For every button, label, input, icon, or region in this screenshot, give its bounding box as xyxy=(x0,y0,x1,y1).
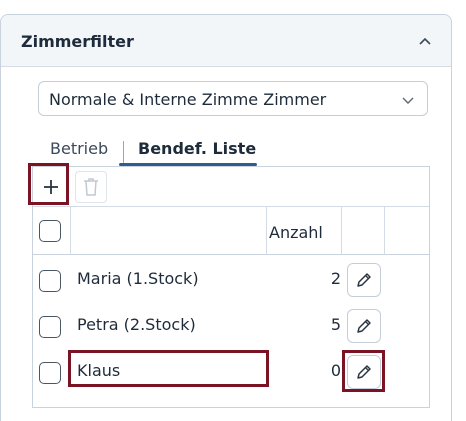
select-all-checkbox[interactable] xyxy=(39,220,61,242)
panel-header[interactable]: Zimmerfilter xyxy=(1,15,451,67)
row-count: 5 xyxy=(330,315,341,334)
column-divider xyxy=(266,207,267,255)
room-list-grid: Anzahl Maria (1.Stock) 2 Petra (2.Stock) xyxy=(32,166,430,408)
column-divider xyxy=(384,207,385,255)
table-header: Anzahl xyxy=(33,207,429,255)
add-button[interactable] xyxy=(35,171,67,203)
pencil-icon xyxy=(357,365,371,379)
pencil-icon xyxy=(357,273,371,287)
tab-divider xyxy=(123,141,124,163)
column-divider xyxy=(341,207,342,255)
room-filter-select[interactable]: Normale & Interne Zimme Zimmer xyxy=(38,81,428,116)
row-checkbox[interactable] xyxy=(39,316,61,338)
delete-button[interactable] xyxy=(75,171,107,203)
edit-button[interactable] xyxy=(347,309,381,343)
trash-icon xyxy=(84,178,98,196)
room-filter-value: Normale & Interne Zimme Zimmer xyxy=(49,90,327,109)
table-row: Maria (1.Stock) 2 xyxy=(33,258,429,304)
row-name: Klaus xyxy=(77,361,121,380)
column-divider xyxy=(70,207,71,255)
row-name: Petra (2.Stock) xyxy=(77,315,196,334)
panel-body: Normale & Interne Zimme Zimmer Betrieb B… xyxy=(1,67,451,421)
grid-toolbar xyxy=(33,167,429,207)
table-row: Klaus 0 xyxy=(33,350,429,396)
row-checkbox[interactable] xyxy=(39,270,61,292)
row-count: 0 xyxy=(330,361,341,380)
chevron-up-icon[interactable] xyxy=(415,31,435,51)
row-checkbox[interactable] xyxy=(39,362,61,384)
edit-button[interactable] xyxy=(347,263,381,297)
table-row: Petra (2.Stock) 5 xyxy=(33,304,429,350)
row-count: 2 xyxy=(330,269,341,288)
row-name: Maria (1.Stock) xyxy=(77,269,199,288)
edit-button[interactable] xyxy=(347,355,381,389)
zimmerfilter-panel: Zimmerfilter Normale & Interne Zimme Zim… xyxy=(0,14,452,421)
plus-icon xyxy=(44,180,58,194)
tab-betrieb[interactable]: Betrieb xyxy=(50,139,108,169)
panel-title: Zimmerfilter xyxy=(21,32,134,51)
column-header-anzahl[interactable]: Anzahl xyxy=(269,223,323,242)
chevron-down-icon xyxy=(401,92,415,106)
pencil-icon xyxy=(357,319,371,333)
